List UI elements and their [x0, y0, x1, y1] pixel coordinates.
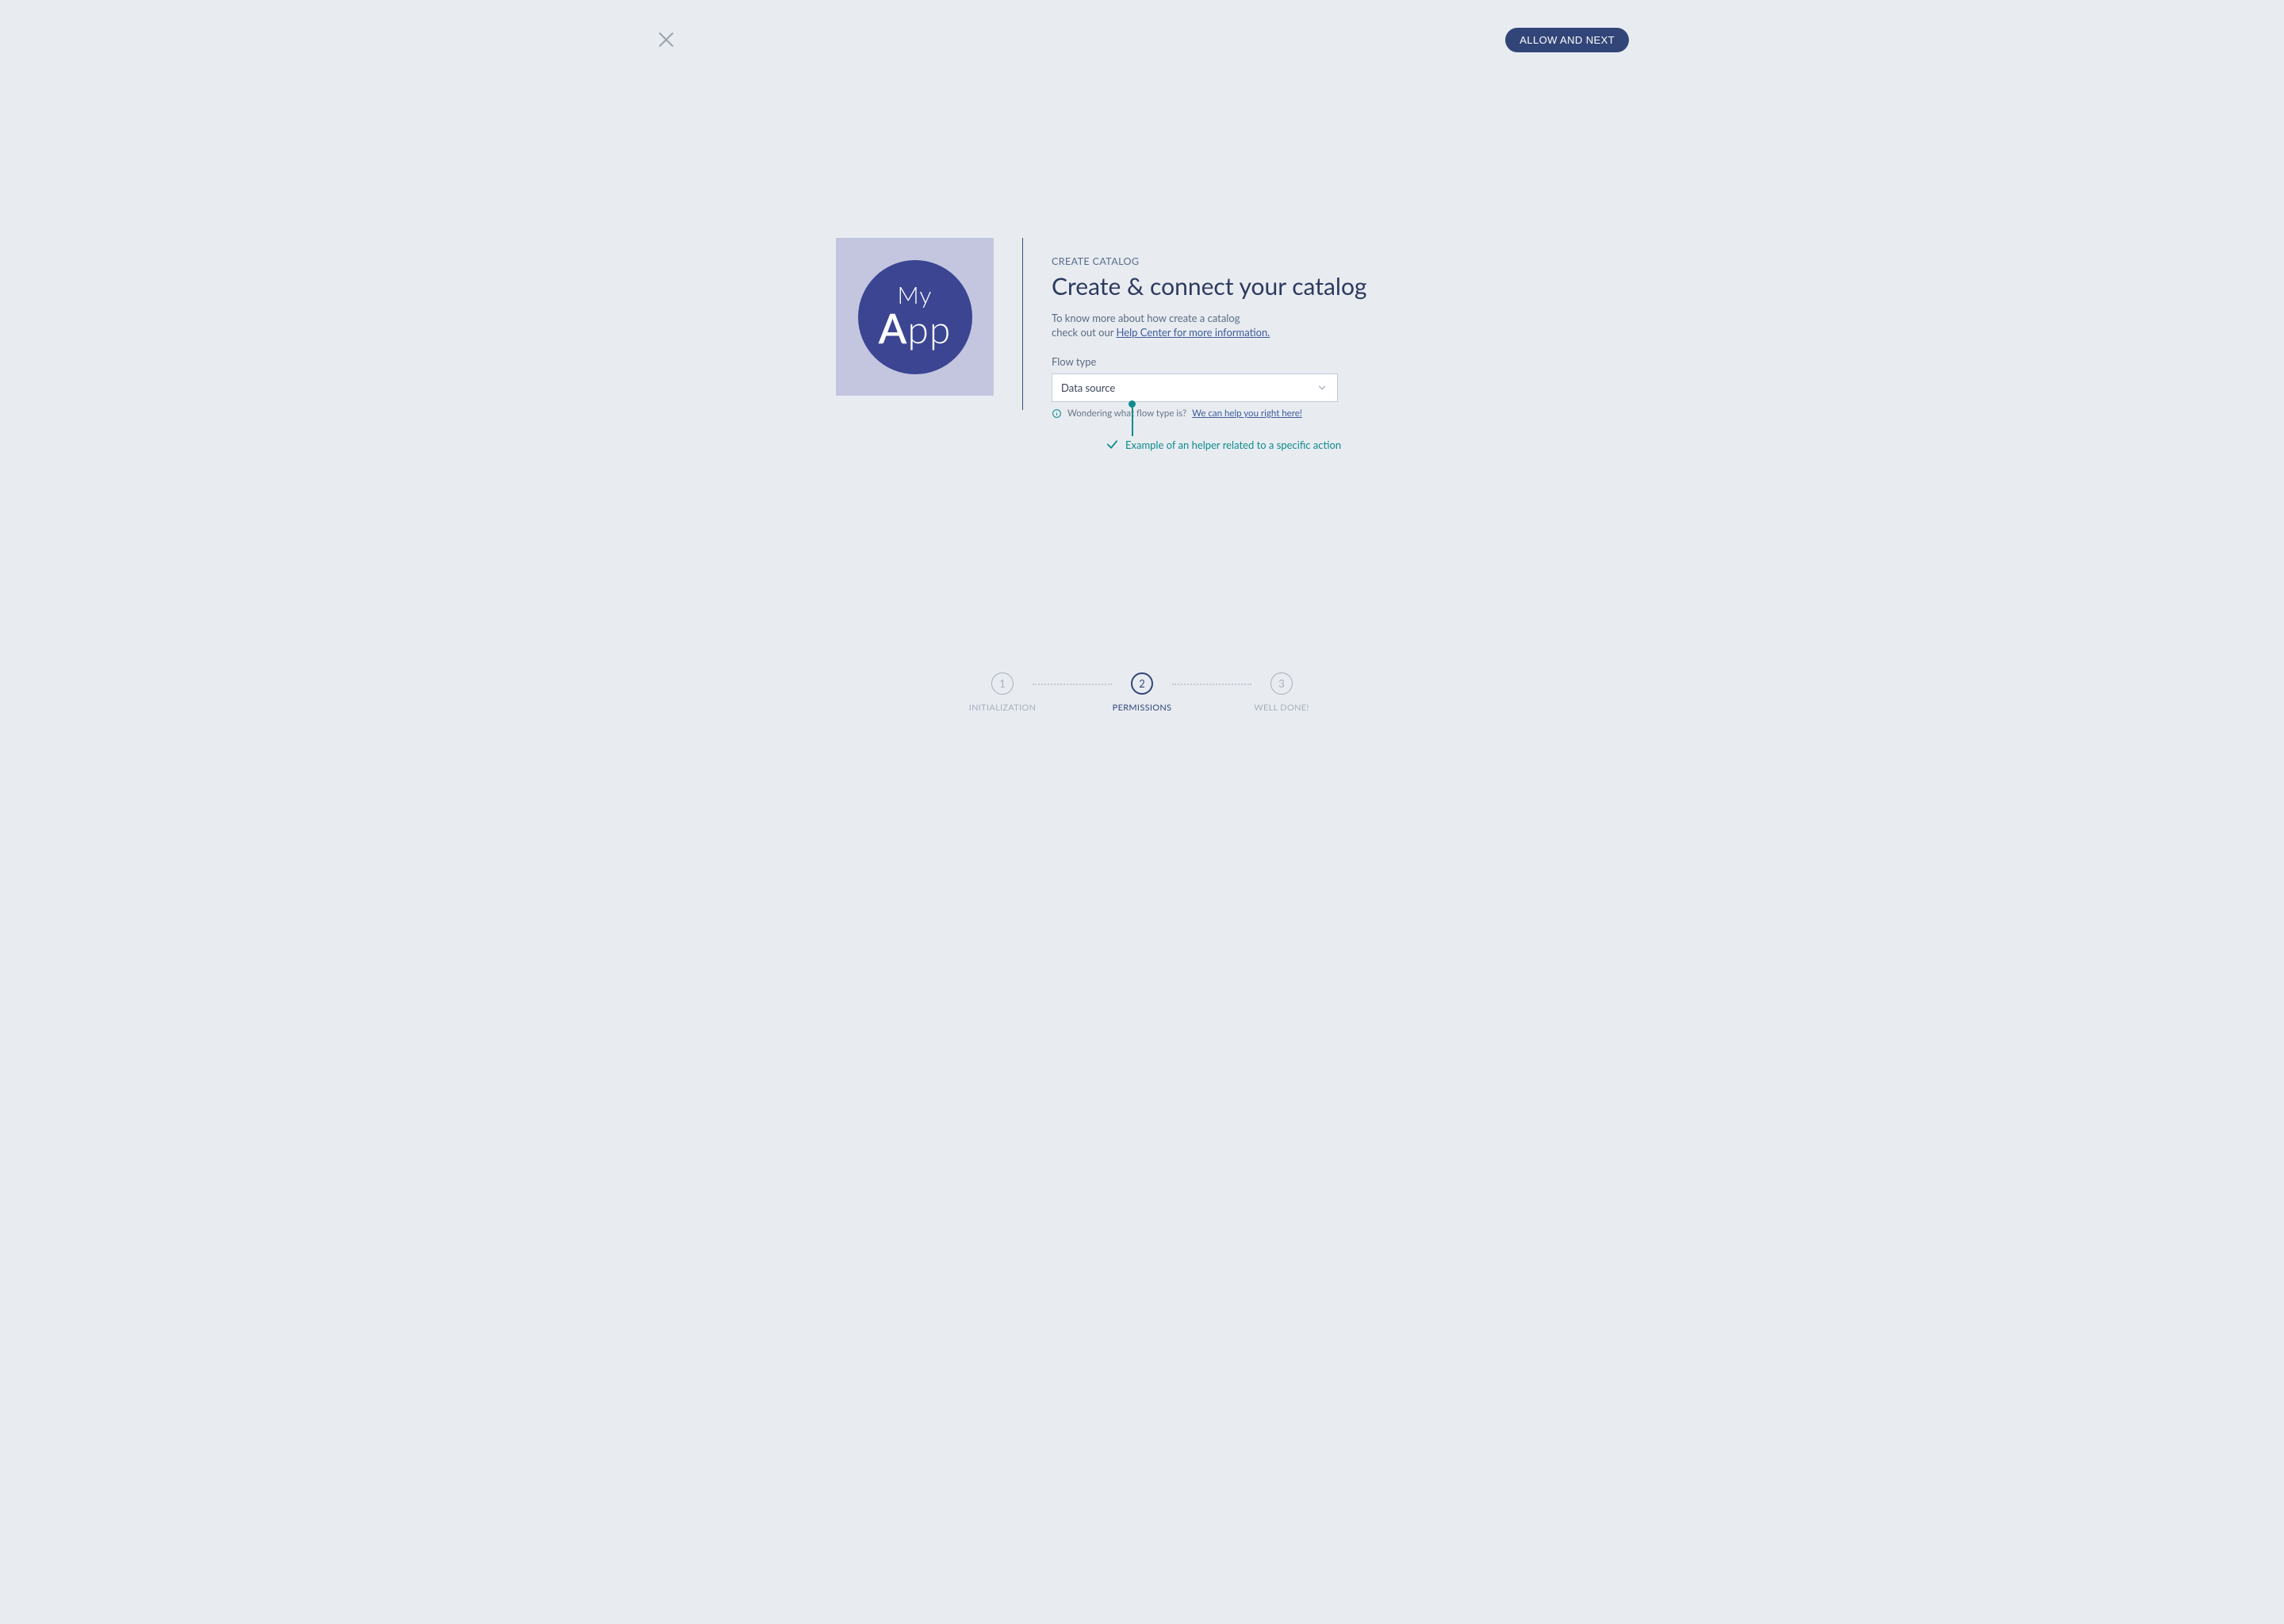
- helper-pointer-line: [1132, 406, 1133, 436]
- allow-and-next-button[interactable]: ALLOW AND NEXT: [1505, 28, 1629, 52]
- chevron-down-icon: [1316, 382, 1328, 393]
- vertical-divider: [1022, 238, 1023, 410]
- app-logo-panel: My App: [836, 238, 994, 396]
- section-eyebrow: CREATE CATALOG: [1052, 255, 1527, 267]
- step-2[interactable]: 2 PERMISSIONS: [1080, 672, 1204, 713]
- logo-text-line2: App: [879, 307, 952, 350]
- check-icon: [1106, 438, 1119, 451]
- wizard-stepper: 1 INITIALIZATION 2 PERMISSIONS 3 WELL DO…: [941, 672, 1343, 713]
- step-1[interactable]: 1 INITIALIZATION: [941, 672, 1064, 713]
- step-3-label: WELL DONE!: [1254, 703, 1309, 713]
- helper-caption: Example of an helper related to a specif…: [1106, 438, 1341, 451]
- flow-type-label: Flow type: [1052, 355, 1527, 368]
- app-logo: My App: [858, 260, 972, 374]
- step-1-number: 1: [991, 672, 1014, 695]
- step-2-number: 2: [1131, 672, 1153, 695]
- flow-type-select[interactable]: Data source: [1052, 373, 1338, 402]
- flow-type-hint-link[interactable]: We can help you right here!: [1192, 408, 1302, 419]
- help-center-link[interactable]: Help Center for more information.: [1116, 326, 1270, 339]
- flow-type-hint: Wondering what flow type is? We can help…: [1052, 408, 1527, 419]
- step-2-label: PERMISSIONS: [1113, 703, 1172, 713]
- info-icon: [1052, 408, 1062, 419]
- flow-type-value: Data source: [1061, 381, 1115, 394]
- step-3[interactable]: 3 WELL DONE!: [1220, 672, 1343, 713]
- close-icon[interactable]: [657, 30, 676, 49]
- page-description: To know more about how create a catalog …: [1052, 312, 1527, 339]
- step-3-number: 3: [1270, 672, 1293, 695]
- step-1-label: INITIALIZATION: [969, 703, 1037, 713]
- page-title: Create & connect your catalog: [1052, 272, 1527, 301]
